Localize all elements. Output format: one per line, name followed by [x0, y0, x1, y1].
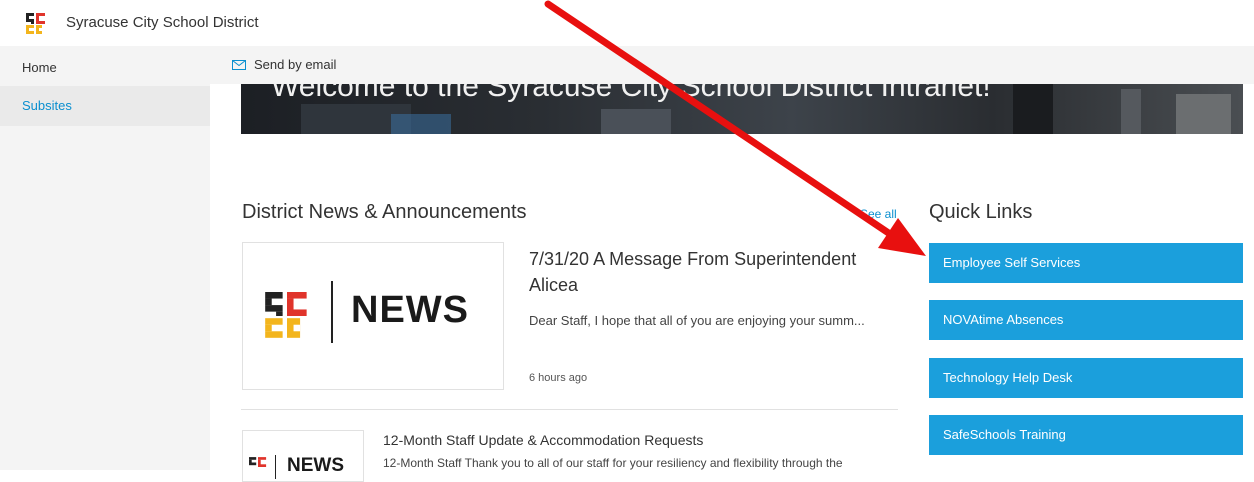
see-all-link[interactable]: See all: [860, 207, 897, 221]
scsd-logo: [265, 292, 307, 338]
news-logo-text: NEWS: [287, 455, 344, 476]
quick-link-safeschools-training[interactable]: SafeSchools Training: [929, 415, 1243, 455]
news-item-time: 6 hours ago: [529, 372, 588, 384]
news-item-title[interactable]: 7/31/20 A Message From Superintendent Al…: [529, 246, 889, 298]
quick-link-employee-self-services[interactable]: Employee Self Services: [929, 243, 1243, 283]
nav-item-subsites[interactable]: Subsites: [0, 86, 210, 126]
scsd-logo[interactable]: [26, 13, 46, 35]
scsd-logo: [249, 457, 267, 467]
left-navigation: Home Subsites: [0, 46, 210, 470]
send-by-email-button[interactable]: Send by email: [232, 57, 336, 72]
hero-title: Welcome to the Syracuse City School Dist…: [271, 84, 991, 103]
news-divider: [241, 409, 898, 410]
news-item-title[interactable]: 12-Month Staff Update & Accommodation Re…: [383, 432, 703, 448]
quick-link-novatime-absences[interactable]: NOVAtime Absences: [929, 300, 1243, 340]
news-thumbnail[interactable]: NEWS: [242, 430, 364, 482]
top-bar: Syracuse City School District: [0, 0, 1254, 46]
logo-divider: [275, 455, 276, 479]
news-logo-text: NEWS: [351, 289, 469, 331]
send-by-email-label: Send by email: [254, 57, 337, 72]
news-item-description: Dear Staff, I hope that all of you are e…: [529, 313, 865, 328]
hero-banner: Welcome to the Syracuse City School Dist…: [241, 84, 1243, 134]
nav-item-home[interactable]: Home: [0, 46, 210, 86]
command-bar: Send by email: [210, 46, 1254, 84]
quick-link-technology-help-desk[interactable]: Technology Help Desk: [929, 358, 1243, 398]
news-item-description: 12-Month Staff Thank you to all of our s…: [383, 456, 843, 470]
quick-links-heading: Quick Links: [929, 201, 1033, 223]
news-heading: District News & Announcements: [242, 201, 527, 223]
news-thumbnail[interactable]: NEWS: [242, 242, 504, 390]
logo-divider: [331, 281, 333, 343]
mail-icon: [232, 59, 246, 70]
site-title[interactable]: Syracuse City School District: [66, 14, 259, 31]
